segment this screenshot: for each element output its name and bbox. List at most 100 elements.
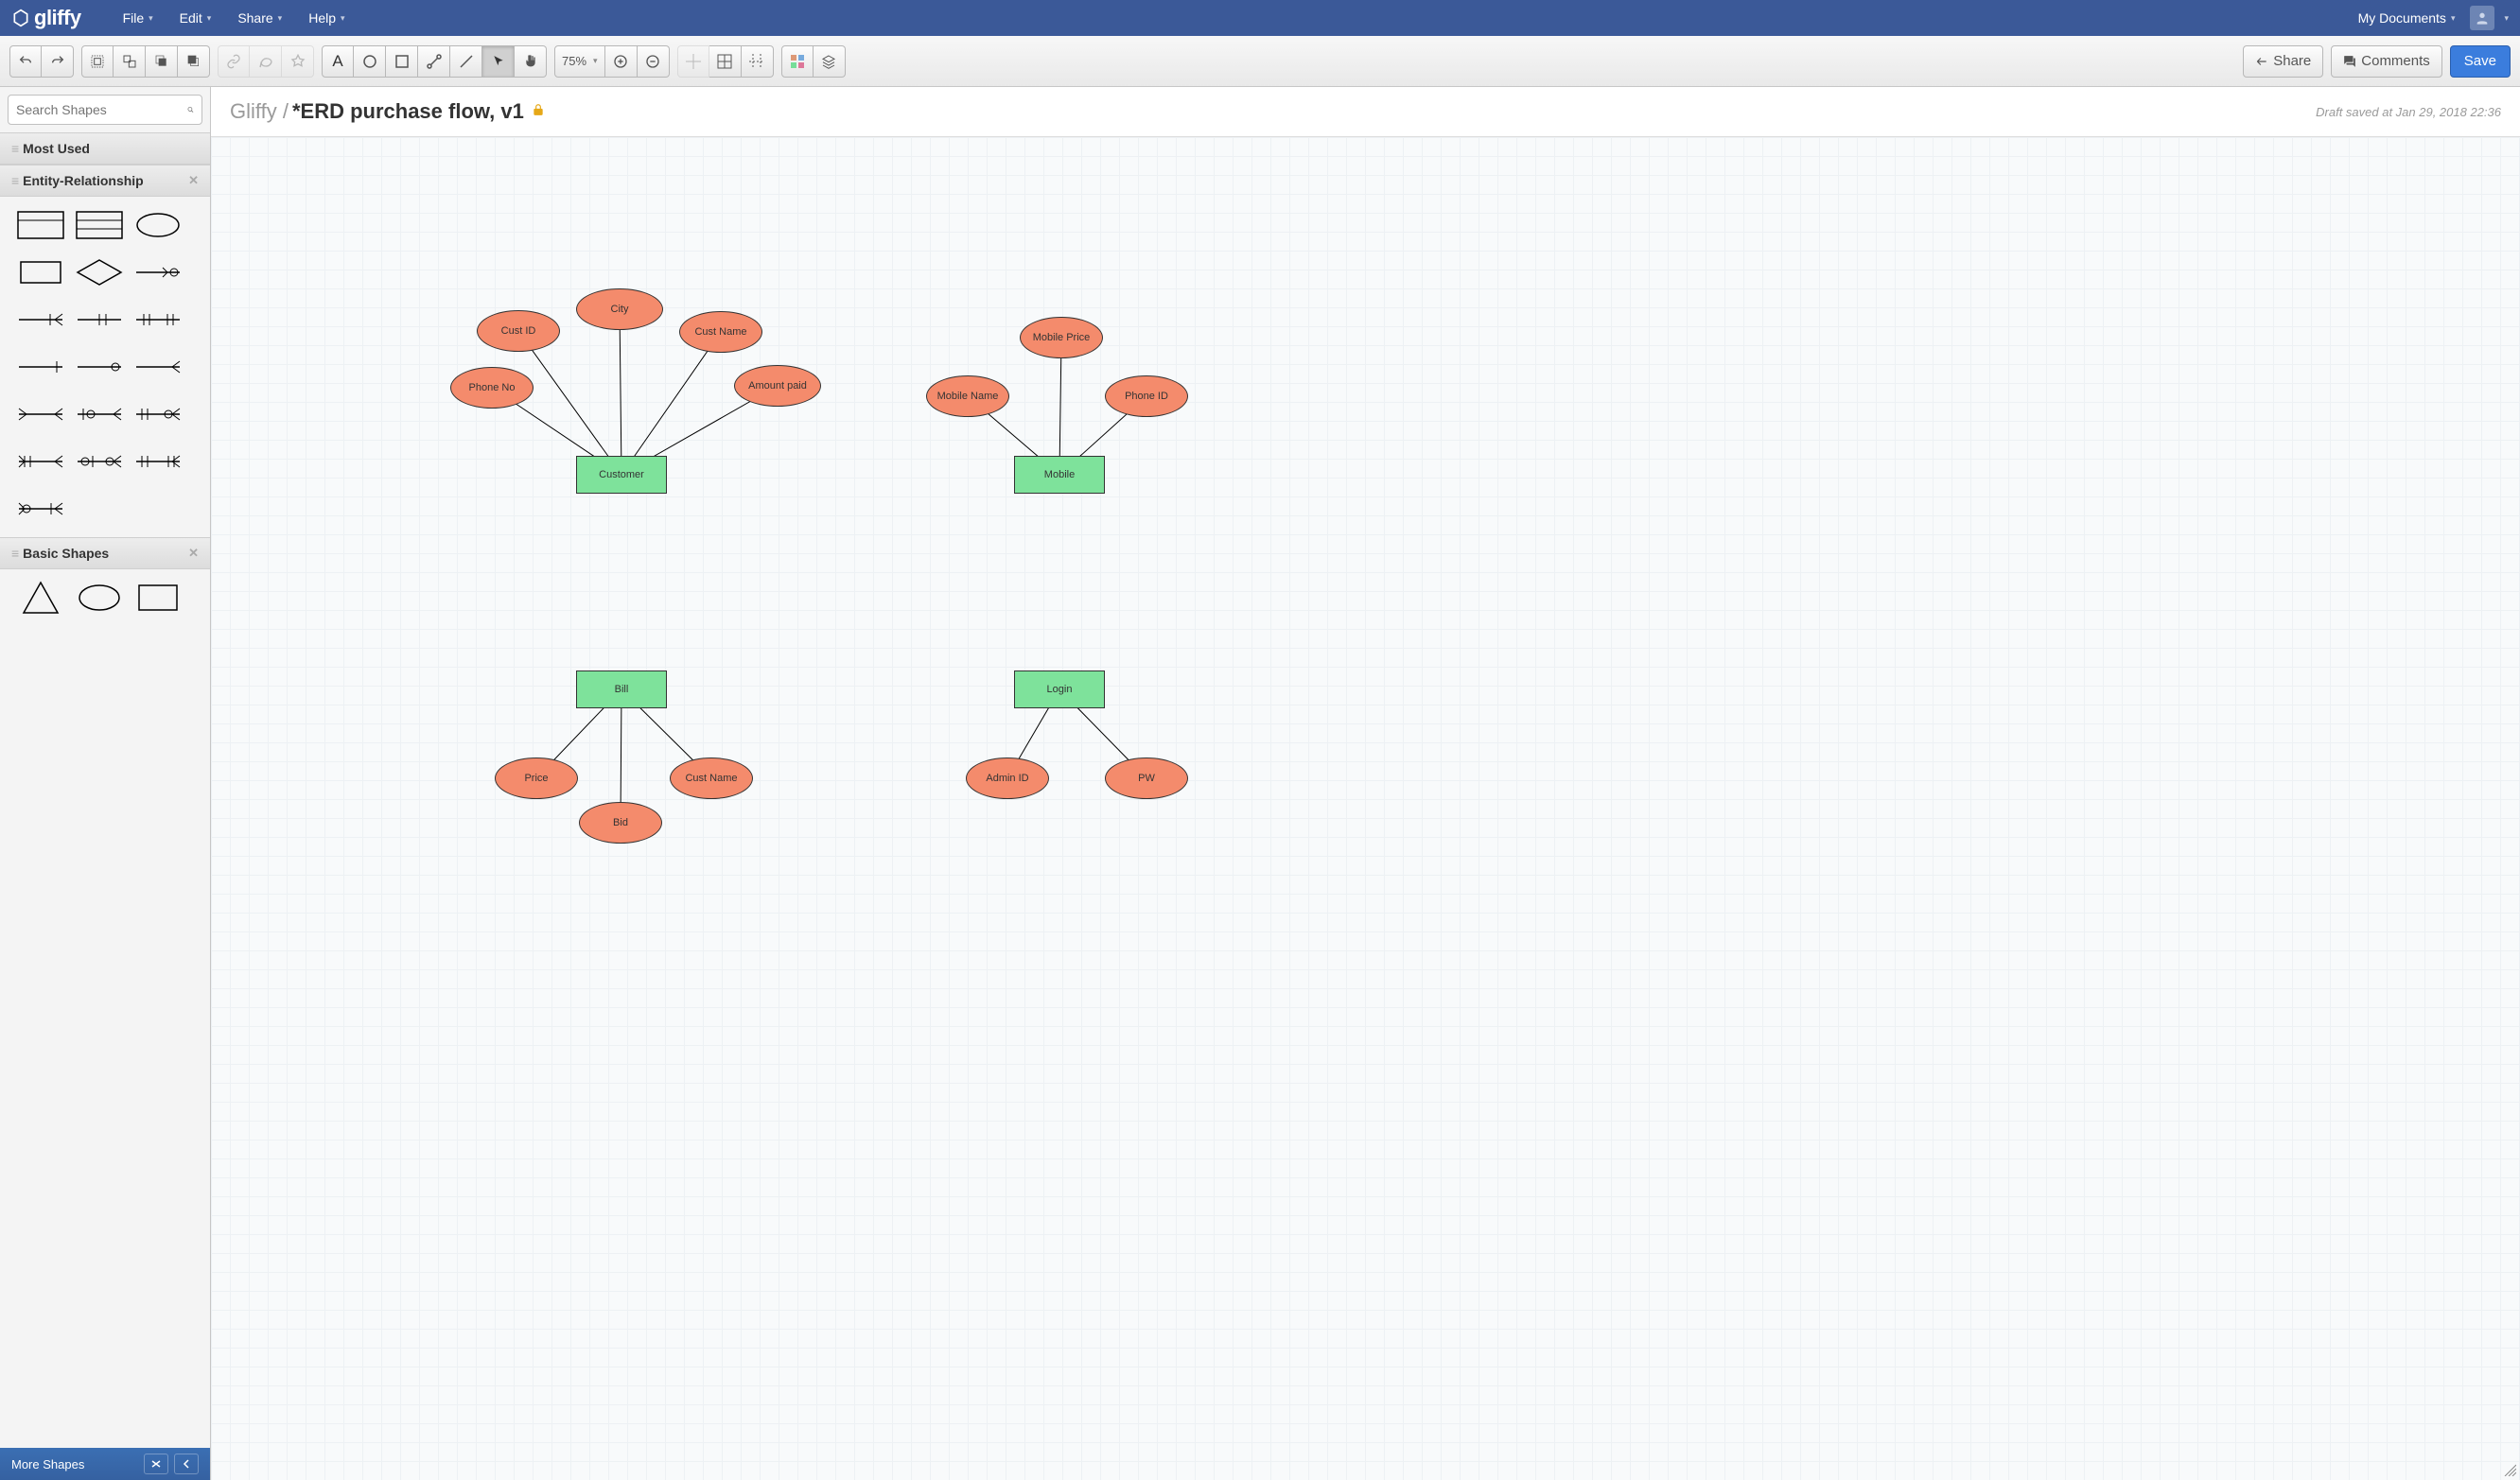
panel-entity-relationship[interactable]: ≡ Entity-Relationship ✕ — [0, 165, 210, 197]
link-button — [218, 45, 250, 78]
attribute-mobile_name[interactable]: Mobile Name — [926, 375, 1009, 417]
zoom-out-button[interactable] — [638, 45, 670, 78]
attribute-price[interactable]: Price — [495, 757, 578, 799]
topbar: gliffy File▾ Edit▾ Share▾ Help▾ My Docum… — [0, 0, 2520, 36]
rect-tool[interactable] — [386, 45, 418, 78]
collapse-sidebar-button[interactable] — [174, 1454, 199, 1474]
menu-help[interactable]: Help▾ — [295, 0, 358, 36]
ellipse-shape[interactable] — [72, 579, 127, 617]
avatar[interactable] — [2470, 6, 2494, 30]
undo-button[interactable] — [9, 45, 42, 78]
er-ellipse-shape[interactable] — [131, 206, 185, 244]
bring-front-button[interactable] — [146, 45, 178, 78]
panel-most-used[interactable]: ≡ Most Used — [0, 132, 210, 165]
er-relation1[interactable] — [131, 253, 185, 291]
lock-icon — [532, 103, 545, 121]
grid-button[interactable] — [709, 45, 742, 78]
er-relation8[interactable] — [13, 395, 68, 433]
er-relation14[interactable] — [13, 490, 68, 528]
guides-button[interactable] — [742, 45, 774, 78]
er-relation3[interactable] — [72, 301, 127, 339]
my-documents-link[interactable]: My Documents▾ — [2353, 0, 2461, 36]
main-menu: File▾ Edit▾ Share▾ Help▾ — [110, 0, 359, 36]
attribute-admin_id[interactable]: Admin ID — [966, 757, 1049, 799]
note-button — [250, 45, 282, 78]
chevron-down-icon: ▾ — [278, 13, 283, 24]
breadcrumb[interactable]: Gliffy / — [230, 99, 289, 124]
attribute-phone_id[interactable]: Phone ID — [1105, 375, 1188, 417]
er-relation12[interactable] — [72, 443, 127, 480]
close-icon[interactable]: ✕ — [188, 546, 199, 561]
text-tool[interactable]: A — [322, 45, 354, 78]
menu-share[interactable]: Share▾ — [224, 0, 295, 36]
more-shapes-link[interactable]: More Shapes — [11, 1457, 84, 1471]
attribute-pw[interactable]: PW — [1105, 757, 1188, 799]
attribute-phone_no[interactable]: Phone No — [450, 367, 534, 409]
resize-handle-icon[interactable] — [2501, 1461, 2518, 1478]
draft-status: Draft saved at Jan 29, 2018 22:36 — [2316, 105, 2501, 119]
er-relation5[interactable] — [13, 348, 68, 386]
triangle-shape[interactable] — [13, 579, 68, 617]
er-relation7[interactable] — [131, 348, 185, 386]
basic-shapes — [0, 569, 210, 620]
ellipse-tool[interactable] — [354, 45, 386, 78]
group-button[interactable] — [81, 45, 114, 78]
er-relation11[interactable] — [13, 443, 68, 480]
send-back-button[interactable] — [178, 45, 210, 78]
grip-icon: ≡ — [11, 173, 17, 188]
theme-button[interactable] — [781, 45, 814, 78]
attribute-amount_paid[interactable]: Amount paid — [734, 365, 821, 407]
chevron-down-icon: ▾ — [341, 13, 345, 24]
chevron-down-icon[interactable]: ▾ — [2504, 13, 2509, 24]
entity-customer[interactable]: Customer — [576, 456, 667, 494]
attribute-bid[interactable]: Bid — [579, 802, 662, 844]
ungroup-button[interactable] — [114, 45, 146, 78]
comments-button[interactable]: Comments — [2331, 45, 2442, 78]
er-entity2-shape[interactable] — [72, 206, 127, 244]
share-button[interactable]: Share — [2243, 45, 2323, 78]
er-relation9[interactable] — [72, 395, 127, 433]
document-title[interactable]: *ERD purchase flow, v1 — [292, 99, 524, 124]
zoom-select[interactable]: 75%▾ — [554, 45, 605, 78]
er-relation13[interactable] — [131, 443, 185, 480]
panel-basic-shapes[interactable]: ≡ Basic Shapes ✕ — [0, 537, 210, 569]
attribute-mobile_price[interactable]: Mobile Price — [1020, 317, 1103, 358]
er-relation10[interactable] — [131, 395, 185, 433]
layers-button[interactable] — [814, 45, 846, 78]
search-input[interactable] — [8, 95, 202, 125]
chevron-down-icon: ▾ — [207, 13, 212, 24]
chevron-down-icon: ▾ — [593, 56, 598, 66]
entity-bill[interactable]: Bill — [576, 670, 667, 708]
line-tool[interactable] — [450, 45, 482, 78]
zoom-in-button[interactable] — [605, 45, 638, 78]
collapse-vertical-button[interactable] — [144, 1454, 168, 1474]
save-button[interactable]: Save — [2450, 45, 2511, 78]
canvas-area: Gliffy / *ERD purchase flow, v1 Draft sa… — [211, 87, 2520, 1480]
attribute-city[interactable]: City — [576, 288, 663, 330]
redo-button[interactable] — [42, 45, 74, 78]
er-shapes — [0, 197, 210, 537]
er-relation6[interactable] — [72, 348, 127, 386]
er-relation2[interactable] — [13, 301, 68, 339]
close-icon[interactable]: ✕ — [188, 173, 199, 188]
menu-edit[interactable]: Edit▾ — [166, 0, 225, 36]
er-entity-shape[interactable] — [13, 206, 68, 244]
pointer-tool[interactable] — [482, 45, 515, 78]
toolbar: A 75%▾ Share — [0, 36, 2520, 87]
app-logo: gliffy — [11, 6, 81, 30]
connector-tool[interactable] — [418, 45, 450, 78]
entity-mobile[interactable]: Mobile — [1014, 456, 1105, 494]
document-header: Gliffy / *ERD purchase flow, v1 Draft sa… — [211, 87, 2520, 136]
entity-login[interactable]: Login — [1014, 670, 1105, 708]
rect-shape[interactable] — [131, 579, 185, 617]
er-rect-shape[interactable] — [13, 253, 68, 291]
er-diamond-shape[interactable] — [72, 253, 127, 291]
er-relation4[interactable] — [131, 301, 185, 339]
attribute-cust_name[interactable]: Cust Name — [679, 311, 762, 353]
attribute-cust_name2[interactable]: Cust Name — [670, 757, 753, 799]
pan-tool[interactable] — [515, 45, 547, 78]
canvas[interactable]: Customer Mobile Bill Login Cust ID City Cust N… — [211, 136, 2520, 1480]
menu-file[interactable]: File▾ — [110, 0, 166, 36]
attribute-cust_id[interactable]: Cust ID — [477, 310, 560, 352]
chevron-down-icon: ▾ — [2451, 13, 2456, 24]
